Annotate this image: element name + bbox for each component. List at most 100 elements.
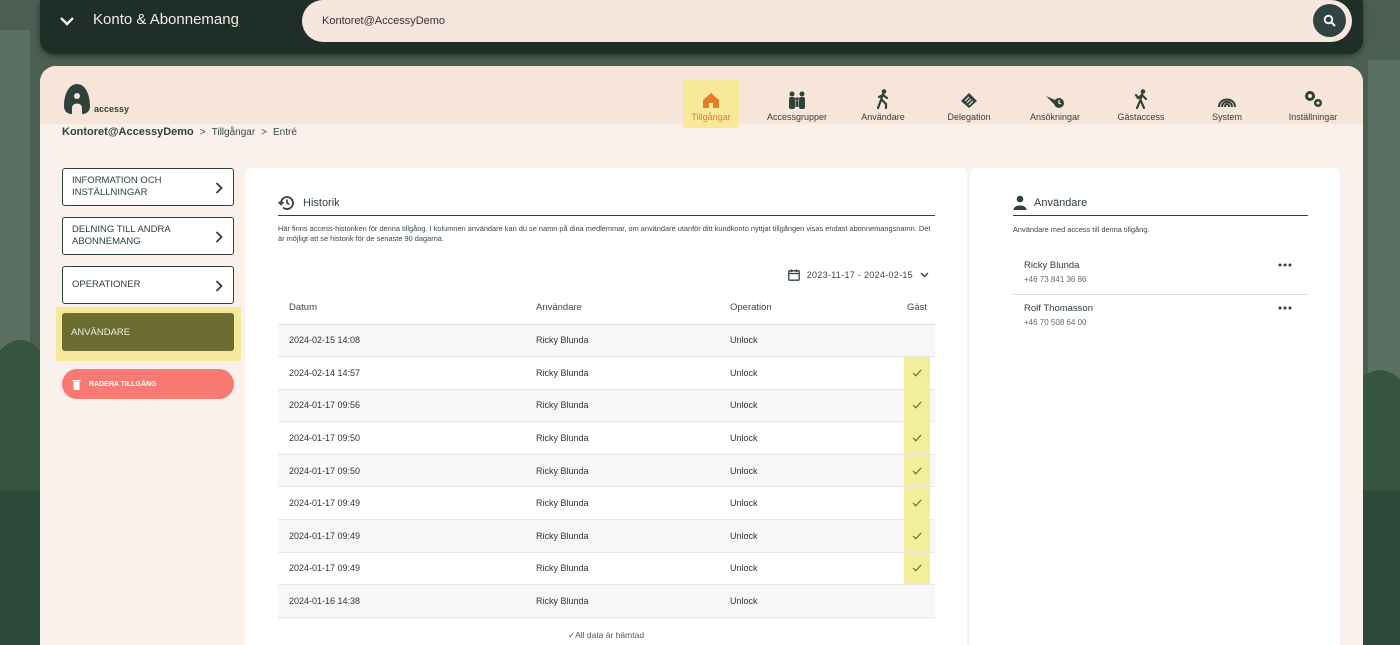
nav-anvandare[interactable]: Användare — [840, 80, 926, 128]
cell-operation: Unlock — [730, 389, 880, 423]
top-bar: Konto & Abonnemang — [40, 0, 1363, 54]
sidebar-item-label: INFORMATION OCH INSTÄLLNINGAR — [72, 174, 162, 198]
column-header-user[interactable]: Användare — [536, 291, 730, 325]
users-title: Användare — [1034, 196, 1088, 209]
person-icon — [1013, 195, 1027, 210]
cell-guest — [880, 454, 935, 488]
sidebar-item-anvandare[interactable]: ANVÄNDARE — [62, 313, 234, 351]
column-header-operation[interactable]: Operation — [730, 291, 880, 325]
nav-installningar[interactable]: Inställningar — [1270, 80, 1356, 128]
nav-ansokningar[interactable]: Ansökningar — [1012, 80, 1098, 128]
guest-check-icon — [904, 357, 930, 389]
cell-guest — [880, 324, 935, 358]
delete-asset-button[interactable]: RADERA TILLGÅNG — [62, 369, 234, 399]
account-title[interactable]: Konto & Abonnemang — [93, 11, 239, 28]
user-phone: +46 73 841 36 86 — [1024, 275, 1087, 284]
cell-guest — [880, 486, 935, 521]
date-range-picker[interactable]: 2023-11-17 - 2024-02-15 — [787, 269, 929, 281]
application-icon — [1046, 96, 1064, 108]
gear-icon — [1305, 91, 1322, 107]
users-panel: Användare Användare med access till denn… — [970, 168, 1340, 645]
date-range-value: 2023-11-17 - 2024-02-15 — [806, 270, 913, 280]
search-button[interactable] — [1313, 4, 1346, 37]
nav-system[interactable]: System — [1184, 80, 1270, 128]
cell-operation: Unlock — [730, 421, 880, 455]
cell-guest — [880, 584, 935, 618]
cell-date: 2024-01-17 09:49 — [278, 552, 536, 586]
nav-label: System — [1211, 112, 1242, 122]
nav-label: Delegation — [947, 112, 991, 122]
calendar-icon — [787, 269, 800, 281]
all-loaded-text: All data är hämtad — [575, 630, 645, 640]
breadcrumb-separator: > — [261, 126, 267, 138]
chevron-right-icon — [215, 182, 223, 194]
table-row: 2024-02-15 14:08 Ricky Blunda Unlock — [278, 324, 935, 358]
nav-accessgrupper[interactable]: Accessgrupper — [754, 80, 840, 128]
cell-user: Ricky Blunda — [536, 519, 730, 553]
cell-user: Ricky Blunda — [536, 486, 730, 521]
cell-operation: Unlock — [730, 552, 880, 586]
breadcrumb-account[interactable]: Kontoret@AccessyDemo — [62, 126, 194, 138]
column-header-guest[interactable]: Gäst — [880, 291, 935, 325]
more-options-icon[interactable] — [1278, 258, 1292, 272]
cell-date: 2024-01-17 09:49 — [278, 519, 536, 553]
guest-check-icon — [904, 422, 930, 454]
more-options-icon[interactable] — [1278, 301, 1292, 315]
breadcrumb-separator: > — [199, 126, 206, 138]
nav-label: Användare — [861, 112, 905, 122]
chevron-right-icon — [215, 280, 223, 292]
cell-operation: Unlock — [730, 356, 880, 390]
breadcrumb-current: Entré — [273, 126, 297, 138]
divider — [1013, 215, 1308, 216]
cell-user: Ricky Blunda — [536, 454, 730, 488]
search-input[interactable] — [322, 11, 1282, 31]
table-row: 2024-01-16 14:38 Ricky Blunda Unlock — [278, 584, 935, 618]
group-icon — [789, 91, 805, 109]
cell-user: Ricky Blunda — [536, 389, 730, 423]
table-row: 2024-02-14 14:57 Ricky Blunda Unlock — [278, 356, 935, 390]
user-item[interactable]: Rolf Thomasson +46 70 508 64 00 — [1013, 295, 1308, 338]
guest-check-icon — [904, 552, 930, 585]
main-nav: Tillgångar Accessgrupper Användare Deleg… — [668, 80, 1356, 128]
cell-operation: Unlock — [730, 584, 880, 618]
history-icon — [278, 196, 294, 210]
history-table-body: 2024-02-15 14:08 Ricky Blunda Unlock 2024-0… — [278, 324, 935, 618]
sidebar-item-label: OPERATIONER — [72, 278, 141, 290]
cell-operation: Unlock — [730, 454, 880, 488]
sidebar-active-highlight: ANVÄNDARE — [56, 307, 241, 361]
cell-user: Ricky Blunda — [536, 324, 730, 358]
all-loaded-status: ✓All data är hämtad — [245, 630, 967, 641]
chevron-right-icon — [215, 231, 223, 243]
column-header-date[interactable]: Datum — [278, 291, 536, 325]
guest-check-icon — [904, 454, 930, 487]
nav-label: Tillgångar — [691, 112, 731, 122]
accessy-logo-icon — [64, 84, 90, 114]
sidebar-item-label: ANVÄNDARE — [71, 326, 131, 338]
table-header-row: Datum Användare Operation Gäst — [278, 291, 935, 325]
cell-guest — [880, 389, 935, 423]
guest-check-icon — [904, 520, 930, 552]
user-item[interactable]: Ricky Blunda +46 73 841 36 86 — [1013, 252, 1308, 295]
sidebar-item-information[interactable]: INFORMATION OCH INSTÄLLNINGAR — [62, 168, 234, 206]
cell-date: 2024-01-16 14:38 — [278, 584, 536, 618]
nav-delegation[interactable]: Delegation — [926, 80, 1012, 128]
cell-operation: Unlock — [730, 486, 880, 521]
cell-operation: Unlock — [730, 324, 880, 358]
delegation-icon — [961, 93, 977, 108]
logo[interactable]: accessy — [62, 82, 129, 116]
chevron-down-icon — [920, 272, 929, 278]
nav-gastaccess[interactable]: Gästaccess — [1098, 80, 1184, 128]
sidebar-item-operationer[interactable]: OPERATIONER — [62, 266, 234, 304]
cell-guest — [880, 356, 935, 390]
cell-date: 2024-01-17 09:49 — [278, 486, 536, 521]
guest-check-icon — [904, 389, 930, 422]
breadcrumb-section[interactable]: Tillgångar — [212, 127, 256, 138]
delete-label: RADERA TILLGÅNG — [89, 380, 157, 388]
divider — [278, 215, 935, 216]
nav-label: Ansökningar — [1029, 112, 1081, 122]
walking-person-icon — [876, 89, 889, 109]
chevron-down-icon[interactable] — [58, 12, 76, 30]
users-description: Användare med access till denna tillgång… — [1013, 225, 1150, 234]
sidebar-item-delning[interactable]: DELNING TILL ANDRA ABONNEMANG — [62, 217, 234, 255]
nav-tillgangar[interactable]: Tillgångar — [683, 80, 739, 128]
